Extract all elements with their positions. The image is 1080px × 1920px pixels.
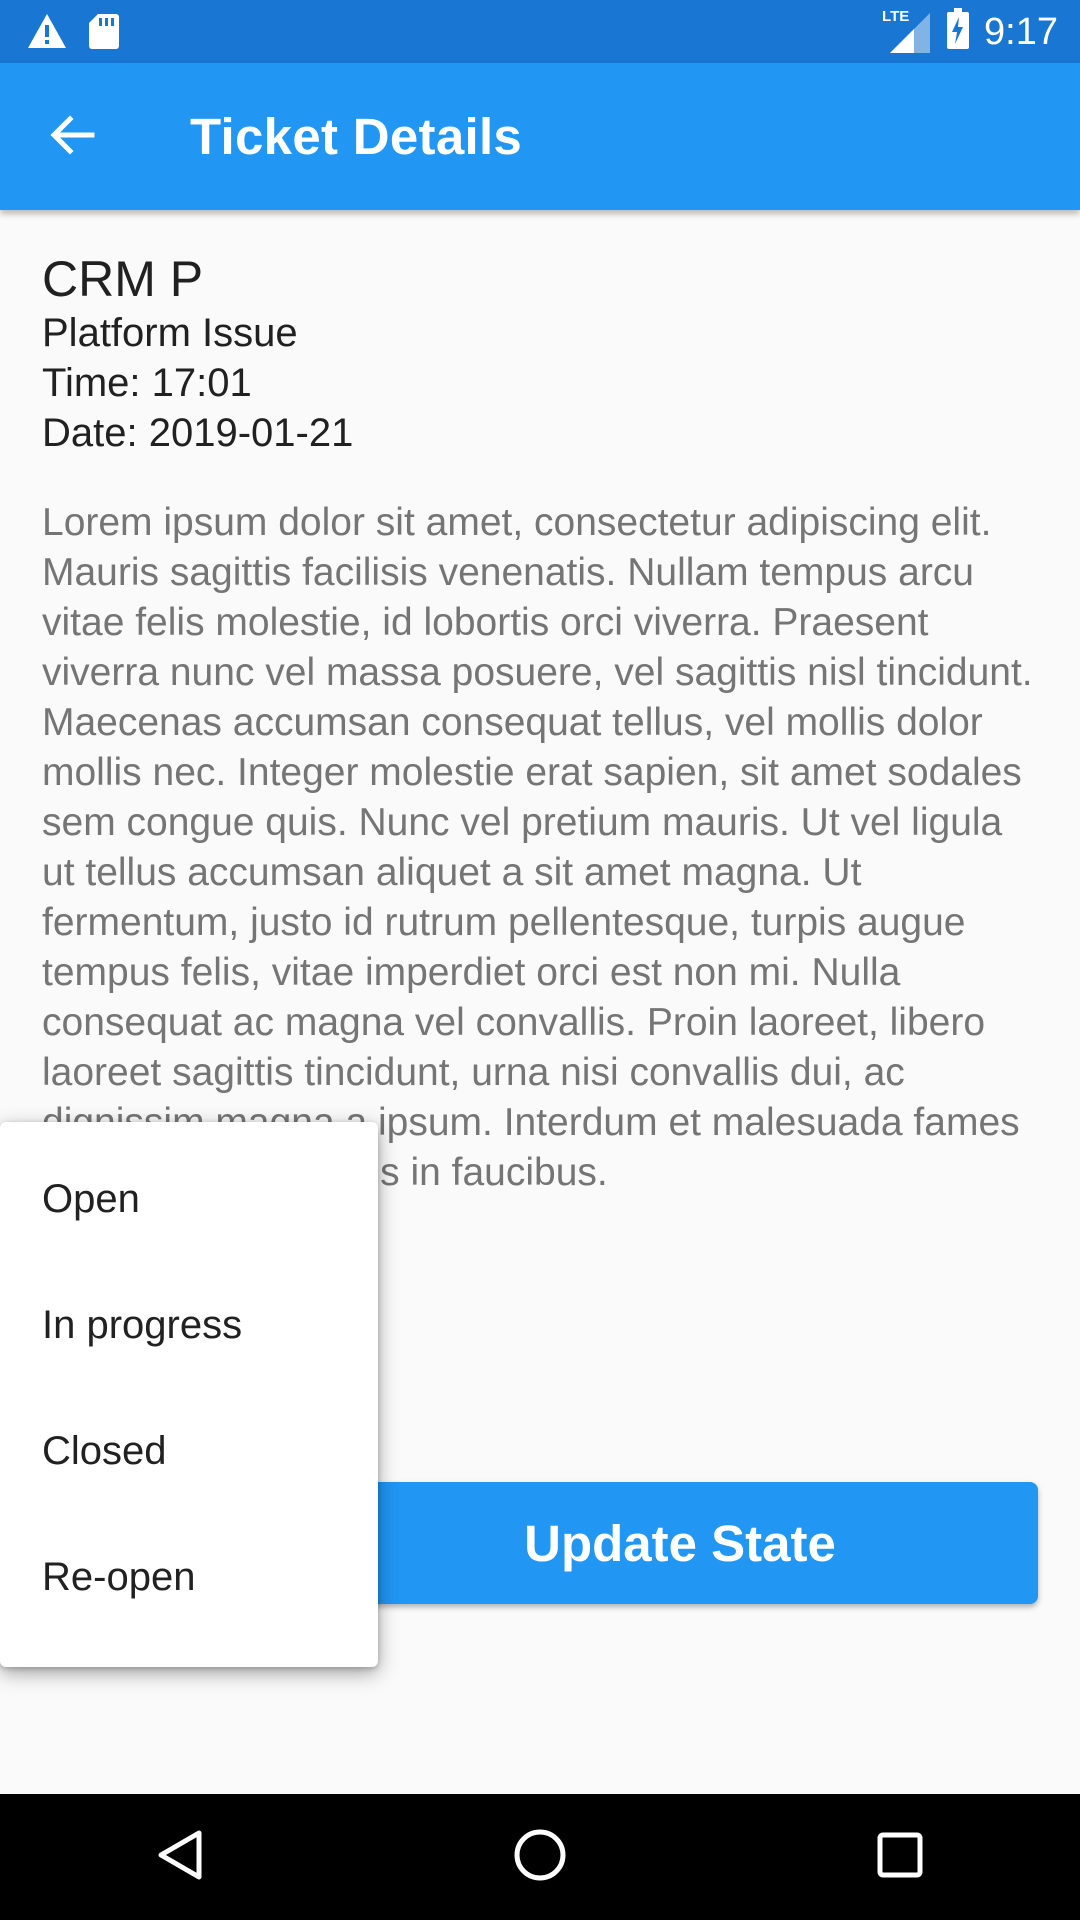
ticket-details: CRM P Platform Issue Time: 17:01 Date: 2… (42, 250, 1038, 1198)
ticket-time: Time: 17:01 (42, 361, 252, 405)
nav-recents-button[interactable] (840, 1797, 960, 1917)
ticket-date: Date: 2019-01-21 (42, 411, 354, 455)
back-button[interactable] (36, 101, 108, 173)
recents-square-icon (876, 1831, 924, 1884)
update-state-button[interactable]: Update State (322, 1482, 1038, 1604)
status-time: 9:17 (984, 10, 1058, 53)
system-nav-bar (0, 1794, 1080, 1920)
menu-item-in-progress[interactable]: In progress (0, 1262, 378, 1388)
ticket-category: Platform Issue (42, 311, 298, 355)
status-bar: LTE 9:17 (0, 0, 1080, 63)
nav-back-button[interactable] (120, 1797, 240, 1917)
warning-icon (26, 12, 68, 55)
nav-home-button[interactable] (480, 1797, 600, 1917)
page-title: Ticket Details (190, 108, 523, 165)
network-type-label: LTE (882, 7, 910, 25)
lte-signal-icon: LTE (882, 7, 932, 55)
battery-charging-icon (946, 8, 970, 55)
arrow-back-icon (48, 113, 96, 162)
back-triangle-icon (155, 1828, 205, 1887)
ticket-description: Lorem ipsum dolor sit amet, consectetur … (42, 501, 1033, 1194)
state-popup-menu: Open In progress Closed Re-open (0, 1122, 378, 1667)
home-circle-icon (513, 1828, 567, 1887)
menu-item-closed[interactable]: Closed (0, 1388, 378, 1514)
ticket-title: CRM P (42, 251, 204, 307)
status-left-icons (26, 12, 120, 55)
status-right-icons: LTE 9:17 (882, 7, 1058, 55)
menu-item-open[interactable]: Open (0, 1136, 378, 1262)
app-bar: Ticket Details (0, 63, 1080, 210)
sd-card-icon (88, 12, 120, 55)
menu-item-re-open[interactable]: Re-open (0, 1514, 378, 1640)
